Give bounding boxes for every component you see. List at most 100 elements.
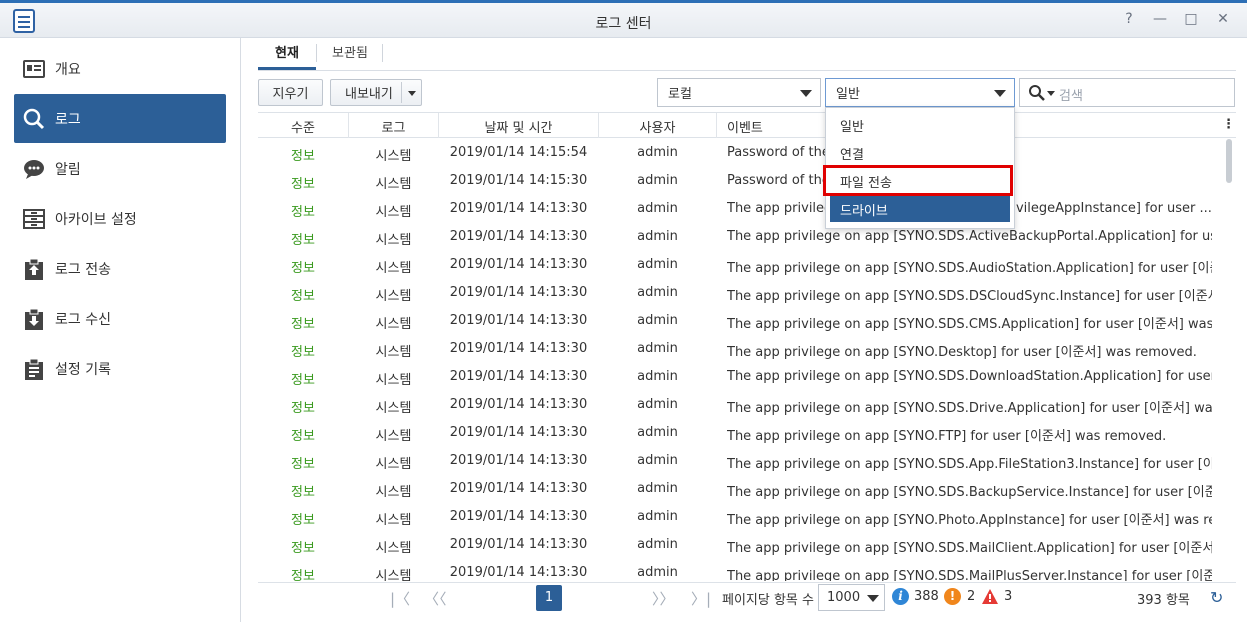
scrollbar-thumb[interactable] <box>1226 139 1232 183</box>
cell-level: 정보 <box>291 317 315 332</box>
cell-event: The app privilege on app [SYNO.FTP] for … <box>727 429 1167 444</box>
cell-event: The app privilege on app [SYNO.SDS.Backu… <box>727 485 1212 500</box>
cell-user: admin <box>637 369 678 384</box>
table-row[interactable]: 정보 시스템 2019/01/14 14:13:30 admin The app pri… <box>258 531 1224 559</box>
sidebar-item-label: 로그 <box>55 111 81 128</box>
table-row[interactable]: 정보 시스템 2019/01/14 14:15:30 admin Password of… <box>258 167 1224 195</box>
sidebar-item-archive-settings[interactable]: 아카이브 설정 <box>14 194 226 243</box>
chevron-down-icon[interactable] <box>1047 91 1055 96</box>
next-page-icon[interactable]: 〉〉 <box>652 588 675 609</box>
first-page-icon[interactable]: |〈 <box>390 588 410 609</box>
tab-archived[interactable]: 보관됨 <box>321 42 379 70</box>
cell-datetime: 2019/01/14 14:13:30 <box>449 425 588 440</box>
cell-level: 정보 <box>291 373 315 388</box>
clipboard-upload-icon <box>22 257 46 281</box>
chevron-down-icon[interactable] <box>408 91 416 96</box>
minimize-icon[interactable]: — <box>1151 11 1169 27</box>
window-titlebar: 로그 센터 ? — □ ✕ <box>0 0 1247 38</box>
cell-level: 정보 <box>291 233 315 248</box>
column-menu-icon[interactable]: ⋮ <box>1222 117 1235 132</box>
table-row[interactable]: 정보 시스템 2019/01/14 14:13:30 admin The app pri… <box>258 475 1224 503</box>
clear-button[interactable]: 지우기 <box>258 79 323 106</box>
cell-event: The app privilege on app [SYNO.SDS.Downl… <box>727 369 1212 384</box>
search-icon[interactable] <box>1028 84 1046 106</box>
cell-user: admin <box>637 173 678 188</box>
table-row[interactable]: 정보 시스템 2019/01/14 14:13:30 admin The app pri… <box>258 363 1224 391</box>
cell-datetime: 2019/01/14 14:13:30 <box>449 397 588 412</box>
cell-user: admin <box>637 285 678 300</box>
tab-divider <box>316 44 317 62</box>
cell-user: admin <box>637 201 678 216</box>
current-page[interactable]: 1 <box>536 585 562 611</box>
cell-user: admin <box>637 145 678 160</box>
column-header-event[interactable]: 이벤트 <box>727 117 763 136</box>
sidebar-item-label: 로그 수신 <box>55 311 111 328</box>
cell-log: 시스템 <box>375 205 412 220</box>
per-page-select[interactable]: 1000 <box>818 584 885 611</box>
table-row[interactable]: 정보 시스템 2019/01/14 14:13:30 admin The app pri… <box>258 279 1224 307</box>
cell-user: admin <box>637 313 678 328</box>
tab-current[interactable]: 현재 <box>258 42 316 70</box>
table-row[interactable]: 정보 시스템 2019/01/14 14:13:30 admin The app pri… <box>258 559 1224 581</box>
per-page-label: 페이지당 항목 수 <box>722 593 814 608</box>
dropdown-option-general[interactable]: 일반 <box>830 112 1010 138</box>
cell-datetime: 2019/01/14 14:13:30 <box>449 453 588 468</box>
chevron-down-icon <box>994 90 1006 97</box>
cell-user: admin <box>637 537 678 552</box>
clipboard-download-icon <box>22 307 46 331</box>
column-header-user[interactable]: 사용자 <box>599 117 716 136</box>
export-button-label: 내보내기 <box>345 87 393 102</box>
dropdown-option-connection[interactable]: 연결 <box>830 140 1010 166</box>
sidebar-item-label: 로그 전송 <box>55 261 111 278</box>
refresh-icon[interactable]: ↻ <box>1210 588 1223 607</box>
table-row[interactable]: 정보 시스템 2019/01/14 14:13:30 admin The app pri… <box>258 223 1224 251</box>
sidebar-item-settings-history[interactable]: 설정 기록 <box>14 344 226 393</box>
cell-level: 정보 <box>291 261 315 276</box>
table-row[interactable]: 정보 시스템 2019/01/14 14:13:30 admin The app pri… <box>258 419 1224 447</box>
export-button[interactable]: 내보내기 <box>330 79 422 106</box>
close-icon[interactable]: ✕ <box>1214 11 1232 27</box>
cell-user: admin <box>637 425 678 440</box>
error-count: 3 <box>1004 589 1013 604</box>
table-row[interactable]: 정보 시스템 2019/01/14 14:13:30 admin The app pri… <box>258 503 1224 531</box>
cell-event: The app privilege on app [SYNO.SDS.Activ… <box>727 229 1212 244</box>
last-page-icon[interactable]: 〉| <box>691 588 711 609</box>
column-divider <box>716 113 717 138</box>
cell-level: 정보 <box>291 541 315 556</box>
sidebar-item-notification[interactable]: 알림 <box>14 144 226 193</box>
column-header-datetime[interactable]: 날짜 및 시간 <box>439 117 598 136</box>
log-table-header: 수준 로그 날짜 및 시간 사용자 이벤트 ⋮ <box>258 112 1236 138</box>
log-type-select[interactable]: 일반 <box>825 78 1015 107</box>
table-row[interactable]: 정보 시스템 2019/01/14 14:13:30 admin The app pri… <box>258 195 1224 223</box>
sidebar-item-log[interactable]: 로그 <box>14 94 226 143</box>
search-box[interactable]: 검색 <box>1019 78 1235 107</box>
sidebar-item-overview[interactable]: 개요 <box>14 44 226 93</box>
dropdown-option-drive[interactable]: 드라이브 <box>830 196 1010 222</box>
sidebar-item-log-receiving[interactable]: 로그 수신 <box>14 294 226 343</box>
table-row[interactable]: 정보 시스템 2019/01/14 14:13:30 admin The app pri… <box>258 335 1224 363</box>
table-row[interactable]: 정보 시스템 2019/01/14 14:13:30 admin The app pri… <box>258 251 1224 279</box>
cell-datetime: 2019/01/14 14:13:30 <box>449 257 588 272</box>
vertical-scrollbar[interactable] <box>1224 139 1236 581</box>
maximize-icon[interactable]: □ <box>1182 11 1200 27</box>
cell-user: admin <box>637 481 678 496</box>
table-row[interactable]: 정보 시스템 2019/01/14 14:13:30 admin The app pri… <box>258 447 1224 475</box>
cell-event: The app privilege on app [SYNO.SDS.Drive… <box>727 401 1212 416</box>
error-icon <box>981 588 999 609</box>
cell-datetime: 2019/01/14 14:15:54 <box>449 145 588 160</box>
sidebar-item-log-sending[interactable]: 로그 전송 <box>14 244 226 293</box>
table-row[interactable]: 정보 시스템 2019/01/14 14:15:54 admin Password of… <box>258 139 1224 167</box>
search-input[interactable]: 검색 <box>1059 85 1083 104</box>
cell-event: The app privilege on app [SYNO.SDS.MailC… <box>727 541 1212 556</box>
log-source-select[interactable]: 로컬 <box>657 78 821 107</box>
table-row[interactable]: 정보 시스템 2019/01/14 14:13:30 admin The app pri… <box>258 391 1224 419</box>
column-header-level[interactable]: 수준 <box>258 117 348 136</box>
cell-level: 정보 <box>291 485 315 500</box>
table-row[interactable]: 정보 시스템 2019/01/14 14:13:30 admin The app pri… <box>258 307 1224 335</box>
overview-icon <box>22 57 46 81</box>
column-header-log[interactable]: 로그 <box>349 117 438 136</box>
help-icon[interactable]: ? <box>1120 11 1138 27</box>
previous-page-icon[interactable]: 〈〈 <box>424 588 447 609</box>
sidebar: 개요 로그 알림 아카이브 설정 로그 전송 로그 수신 설정 기록 <box>0 38 241 622</box>
sidebar-item-label: 개요 <box>55 61 81 78</box>
